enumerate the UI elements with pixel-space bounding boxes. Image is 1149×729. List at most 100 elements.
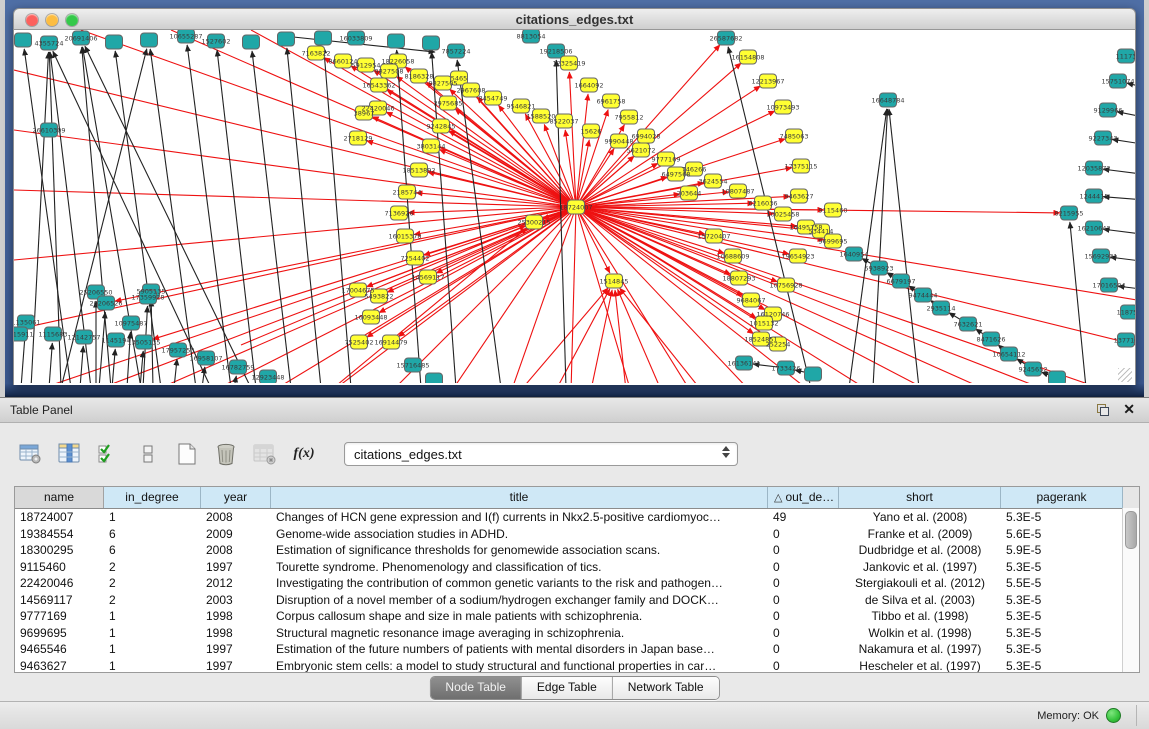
table-row[interactable]: 1456911722003Disruption of a novel membe…: [15, 592, 1139, 609]
table-row[interactable]: 911546021997Tourette syndrome. Phenomeno…: [15, 559, 1139, 576]
node-label: 16958107: [189, 355, 222, 363]
cell-short: Nakamura et al. (1997): [839, 641, 1001, 658]
graph-node[interactable]: [805, 367, 822, 381]
table-row[interactable]: 946554611997Estimation of the future num…: [15, 641, 1139, 658]
node-label: 5621072: [627, 147, 656, 155]
node-label: 16033809: [339, 35, 372, 43]
node-label: 12035872: [1077, 165, 1110, 173]
citation-edge: [80, 346, 83, 383]
node-label: 18226058: [381, 58, 414, 66]
cell-title: Genome-wide association studies in ADHD.: [271, 526, 768, 543]
network-window-titlebar[interactable]: citations_edges.txt: [13, 8, 1136, 30]
graph-node[interactable]: [1049, 371, 1066, 383]
node-label: 9777169: [652, 156, 681, 164]
rows-icon[interactable]: [135, 441, 161, 467]
column-header-short[interactable]: short: [839, 487, 1001, 508]
graph-node[interactable]: [388, 34, 405, 48]
citation-edge: [217, 50, 256, 383]
node-label: 10973493: [766, 104, 799, 112]
cell-year: 2008: [201, 542, 271, 559]
cell-title: Embryonic stem cells: a model to study s…: [271, 658, 768, 674]
table-row[interactable]: 1938455462009Genome-wide association stu…: [15, 526, 1139, 543]
node-label: 18807293: [722, 275, 755, 283]
node-label: 1244415: [1080, 193, 1109, 201]
cell-out_de: 0: [768, 542, 839, 559]
table-row[interactable]: 977716911998Corpus callosum shape and si…: [15, 608, 1139, 625]
cell-short: de Silva et al. (2003): [839, 592, 1001, 609]
cell-out_de: 0: [768, 641, 839, 658]
cell-short: Wolkin et al. (1998): [839, 625, 1001, 642]
trash-icon[interactable]: [213, 441, 239, 467]
table-row[interactable]: 1872400712008Changes of HCN gene express…: [15, 509, 1139, 526]
network-canvas[interactable]: 4355724206914061065528715276021603380978…: [13, 30, 1136, 385]
close-panel-icon[interactable]: ✕: [1123, 401, 1135, 417]
node-label: 16648784: [871, 97, 904, 105]
node-label: 26610309: [32, 127, 65, 135]
cell-pagerank: 5.3E-5: [1001, 608, 1123, 625]
table-row[interactable]: 969969511998Structural magnetic resonanc…: [15, 625, 1139, 642]
table-row[interactable]: 1830029562008Estimation of significance …: [15, 542, 1139, 559]
float-panel-icon[interactable]: [1097, 404, 1109, 416]
citation-edge: [99, 312, 105, 383]
node-label: 5938923: [865, 265, 894, 273]
memory-status-label: Memory: OK: [1037, 710, 1099, 722]
tab-network-table[interactable]: Network Table: [613, 677, 719, 699]
table-row[interactable]: 946362711997Embryonic stem cells: a mode…: [15, 658, 1139, 674]
cell-short: Dudbridge et al. (2008): [839, 542, 1001, 559]
column-header-out_de[interactable]: △out_de…: [768, 487, 839, 508]
cell-pagerank: 5.6E-5: [1001, 526, 1123, 543]
node-label: 16093448: [354, 314, 387, 322]
cell-year: 2003: [201, 592, 271, 609]
graph-node[interactable]: [106, 35, 123, 49]
cell-in_degree: 1: [104, 625, 201, 642]
citation-edge: [174, 359, 177, 383]
node-label: 7163822: [302, 50, 331, 58]
tab-edge-table[interactable]: Edge Table: [522, 677, 613, 699]
node-label: 7254402: [401, 255, 430, 263]
column-header-pagerank[interactable]: pagerank: [1001, 487, 1123, 508]
table-settings-icon[interactable]: [18, 441, 44, 467]
graph-node[interactable]: [315, 31, 332, 45]
new-document-icon[interactable]: [174, 441, 200, 467]
node-label: 25206550: [79, 289, 112, 297]
node-label: 11173: [1116, 53, 1135, 61]
node-label: 18513892: [402, 167, 435, 175]
node-label: 38967: [354, 110, 375, 118]
table-selector-dropdown[interactable]: citations_edges.txt: [344, 442, 738, 466]
cell-name: 9699695: [15, 625, 104, 642]
citation-network-graph[interactable]: 4355724206914061065528715276021603380978…: [14, 30, 1135, 383]
status-separator: [1136, 705, 1137, 726]
node-label: 10756928: [769, 282, 802, 290]
scrollbar-thumb[interactable]: [1125, 511, 1137, 549]
graph-node[interactable]: [426, 373, 443, 383]
graph-node[interactable]: [15, 33, 32, 47]
tab-node-table[interactable]: Node Table: [430, 677, 522, 699]
window-resize-grip[interactable]: [1118, 368, 1132, 382]
table-row[interactable]: 2242004622012Investigating the contribut…: [15, 575, 1139, 592]
column-header-year[interactable]: year: [201, 487, 271, 508]
window-bottom-frame: [5, 383, 1144, 397]
graph-node[interactable]: [423, 36, 440, 50]
column-header-name[interactable]: name: [15, 487, 104, 508]
cell-short: Jankovic et al. (1997): [839, 559, 1001, 576]
select-checks-icon[interactable]: [96, 441, 122, 467]
application-window: citations_edges.txt 43557242069140610655…: [0, 0, 1149, 727]
node-label: 8813054: [517, 33, 546, 41]
node-label: 10025458: [766, 211, 799, 219]
column-header-in_degree[interactable]: in_degree: [104, 487, 201, 508]
citation-edge: [187, 45, 231, 383]
table-selector-value: citations_edges.txt: [345, 447, 462, 462]
graph-node[interactable]: [278, 32, 295, 46]
node-label: 7857224: [442, 48, 471, 56]
node-label: 1015132: [750, 320, 779, 328]
node-label: 1527602: [202, 38, 231, 46]
node-label: 6994028: [632, 133, 661, 141]
graph-node[interactable]: [243, 35, 260, 49]
selected-citation-edge: [14, 190, 576, 207]
function-builder-icon[interactable]: f(x): [291, 441, 317, 467]
table-vertical-scrollbar[interactable]: [1122, 508, 1139, 672]
graph-node[interactable]: [141, 33, 158, 47]
node-label: 6679197: [887, 278, 916, 286]
column-header-title[interactable]: title: [271, 487, 768, 508]
highlight-column-icon[interactable]: [57, 441, 83, 467]
